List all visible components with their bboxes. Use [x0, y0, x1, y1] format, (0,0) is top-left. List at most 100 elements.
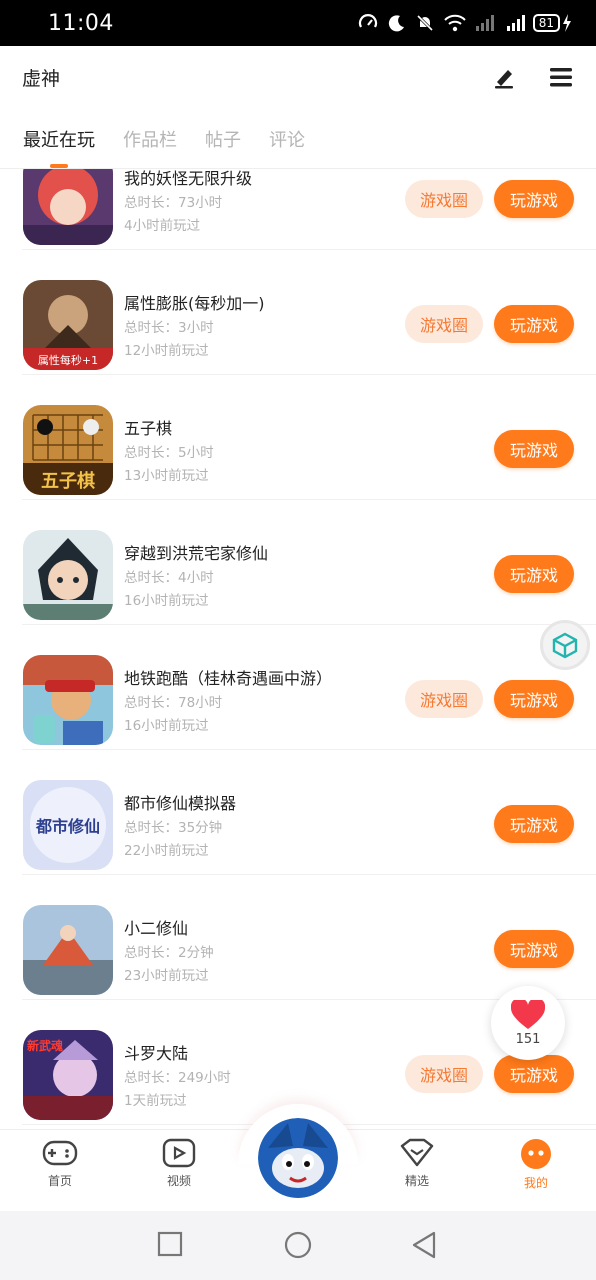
battery-level: 81 — [532, 14, 560, 32]
pen-icon[interactable] — [492, 64, 518, 90]
play-game-button[interactable]: 玩游戏 — [494, 680, 574, 718]
game-duration: 总时长：4小时 — [124, 570, 214, 586]
icon-caption: 新武魂 — [27, 1038, 63, 1053]
game-name: 属性膨胀(每秒加一) — [124, 294, 265, 313]
cube-icon — [552, 632, 578, 659]
moon-icon — [388, 15, 404, 32]
status-bar: 11:04 81 — [0, 0, 596, 46]
play-game-button[interactable]: 玩游戏 — [494, 180, 574, 218]
game-duration: 总时长：249小时 — [124, 1070, 231, 1086]
gamepad-icon — [42, 1140, 78, 1166]
game-icon[interactable]: 新武魂 — [23, 1030, 113, 1120]
game-icon[interactable] — [23, 169, 113, 245]
game-list-viewport: 我的妖怪无限升级 总时长：73小时 4小时前玩过 游戏圈 玩游戏 属性每秒+1 … — [0, 169, 596, 1129]
nav-item-video[interactable]: 视频 — [139, 1138, 219, 1189]
game-last-played: 13小时前玩过 — [124, 468, 209, 484]
tab-recent[interactable]: 最近在玩 — [23, 126, 95, 152]
home-circle-icon[interactable] — [284, 1231, 312, 1263]
game-duration: 总时长：5小时 — [124, 445, 214, 461]
game-circle-button[interactable]: 游戏圈 — [405, 680, 483, 718]
icon-caption: 属性每秒+1 — [38, 353, 98, 367]
battery-indicator: 81 — [532, 14, 572, 32]
game-icon[interactable] — [23, 905, 113, 995]
game-name: 斗罗大陆 — [124, 1044, 189, 1063]
game-circle-button[interactable]: 游戏圈 — [405, 180, 483, 218]
speedometer-icon — [358, 14, 377, 28]
game-circle-button[interactable]: 游戏圈 — [405, 1055, 483, 1093]
recent-apps-icon[interactable] — [157, 1231, 183, 1261]
game-last-played: 16小时前玩过 — [124, 593, 209, 609]
list-item[interactable]: 小二修仙 总时长：2分钟 23小时前玩过 玩游戏 — [0, 875, 596, 1000]
game-icon[interactable]: 都市修仙 — [23, 780, 113, 870]
game-circle-button[interactable]: 游戏圈 — [405, 305, 483, 343]
nav-item-featured[interactable]: 精选 — [377, 1138, 457, 1189]
game-last-played: 22小时前玩过 — [124, 843, 209, 859]
game-name: 小二修仙 — [124, 919, 189, 938]
game-duration: 总时长：73小时 — [124, 195, 223, 211]
nav-item-profile[interactable]: 我的 — [496, 1138, 576, 1191]
list-item[interactable]: 都市修仙 都市修仙模拟器 总时长：35分钟 22小时前玩过 玩游戏 — [0, 750, 596, 875]
game-duration: 总时长：78小时 — [124, 695, 223, 711]
tab-comments[interactable]: 评论 — [269, 126, 305, 152]
game-name: 五子棋 — [124, 419, 173, 438]
play-game-button[interactable]: 玩游戏 — [494, 805, 574, 843]
game-icon[interactable]: 属性每秒+1 — [23, 280, 113, 370]
nav-label: 视频 — [166, 1174, 191, 1188]
like-bubble[interactable]: 151 — [491, 986, 565, 1060]
game-name: 穿越到洪荒宅家修仙 — [124, 544, 269, 563]
play-game-button[interactable]: 玩游戏 — [494, 555, 574, 593]
list-item[interactable]: 我的妖怪无限升级 总时长：73小时 4小时前玩过 游戏圈 玩游戏 — [0, 169, 596, 250]
game-last-played: 12小时前玩过 — [124, 343, 209, 359]
charging-icon — [563, 14, 571, 32]
tab-works[interactable]: 作品栏 — [123, 126, 177, 152]
play-game-button[interactable]: 玩游戏 — [494, 1055, 574, 1093]
icon-caption: 五子棋 — [41, 470, 95, 492]
play-game-button[interactable]: 玩游戏 — [494, 430, 574, 468]
game-icon[interactable] — [23, 530, 113, 620]
game-icon[interactable] — [23, 655, 113, 745]
menu-icon[interactable] — [548, 64, 574, 90]
play-game-button[interactable]: 玩游戏 — [494, 930, 574, 968]
floating-box-button[interactable] — [540, 620, 590, 670]
game-name: 都市修仙模拟器 — [124, 794, 237, 813]
mascot-center-button[interactable] — [258, 1118, 338, 1198]
nav-item-home[interactable]: 首页 — [20, 1138, 100, 1189]
mascot-icon — [258, 1118, 338, 1198]
play-game-button[interactable]: 玩游戏 — [494, 305, 574, 343]
mute-bell-icon — [416, 14, 433, 32]
featured-icon — [400, 1138, 434, 1167]
signal-4g-icon — [506, 15, 525, 31]
game-duration: 总时长：35分钟 — [124, 820, 223, 836]
signal-icon — [475, 15, 494, 31]
tab-posts[interactable]: 帖子 — [205, 126, 241, 152]
status-icons: 81 — [357, 12, 572, 34]
game-name: 我的妖怪无限升级 — [124, 169, 253, 188]
like-count: 151 — [515, 1031, 541, 1047]
profile-tabs: 最近在玩 作品栏 帖子 评论 — [0, 118, 596, 160]
video-icon — [162, 1138, 196, 1168]
game-last-played: 4小时前玩过 — [124, 218, 201, 234]
bottom-nav: 首页 视频 精选 我的 — [0, 1104, 596, 1211]
game-icon[interactable]: 五子棋 — [23, 405, 113, 495]
game-last-played: 23小时前玩过 — [124, 968, 209, 984]
profile-icon — [521, 1139, 551, 1169]
game-duration: 总时长：2分钟 — [124, 945, 214, 961]
page-title: 虚神 — [22, 67, 61, 90]
game-name: 地铁跑酷（桂林奇遇画中游） — [124, 669, 333, 688]
list-item[interactable]: 地铁跑酷（桂林奇遇画中游） 总时长：78小时 16小时前玩过 游戏圈 玩游戏 — [0, 625, 596, 750]
game-last-played: 16小时前玩过 — [124, 718, 209, 734]
tab-indicator — [50, 164, 68, 168]
nav-label: 我的 — [523, 1176, 548, 1190]
nav-label: 首页 — [47, 1174, 72, 1188]
nav-label: 精选 — [404, 1174, 429, 1188]
game-duration: 总时长：3小时 — [124, 320, 214, 336]
list-item[interactable]: 属性每秒+1 属性膨胀(每秒加一) 总时长：3小时 12小时前玩过 游戏圈 玩游… — [0, 250, 596, 375]
back-triangle-icon[interactable] — [411, 1231, 437, 1263]
list-item[interactable]: 穿越到洪荒宅家修仙 总时长：4小时 16小时前玩过 玩游戏 — [0, 500, 596, 625]
header-actions — [492, 64, 574, 90]
heart-icon — [511, 999, 545, 1029]
list-item[interactable]: 五子棋 五子棋 总时长：5小时 13小时前玩过 玩游戏 — [0, 375, 596, 500]
system-nav-bar — [0, 1211, 596, 1280]
status-time: 11:04 — [48, 10, 114, 36]
app-header: 虚神 — [0, 46, 596, 108]
